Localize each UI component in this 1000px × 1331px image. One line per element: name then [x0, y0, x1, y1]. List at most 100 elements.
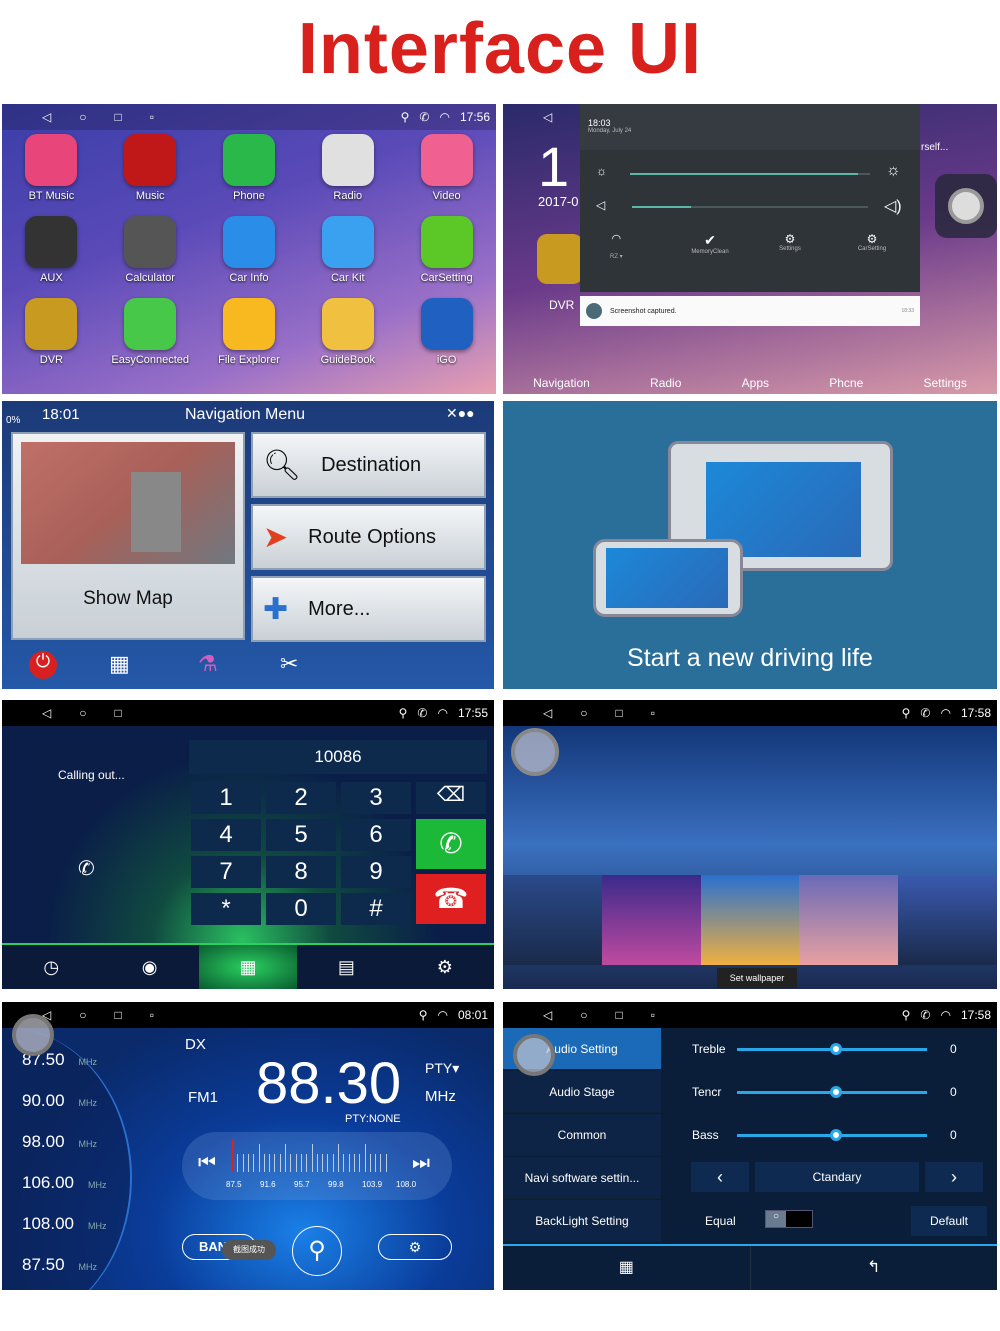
- app-phone[interactable]: Phone: [200, 134, 299, 202]
- app-easyconnected[interactable]: EasyConnected: [101, 298, 200, 366]
- more-button[interactable]: ✚ More...: [251, 576, 486, 642]
- key-1[interactable]: 1: [191, 782, 261, 814]
- tab-keypad[interactable]: ▦: [198, 945, 298, 989]
- screenshot-button[interactable]: ▫: [150, 1008, 154, 1022]
- app-music[interactable]: Music: [101, 134, 200, 202]
- wallpaper-thumb[interactable]: [503, 875, 602, 965]
- key-*[interactable]: *: [191, 893, 261, 925]
- dock-item[interactable]: Apps: [742, 376, 769, 390]
- preset-station[interactable]: 90.00 MHz: [22, 1091, 97, 1111]
- next-preset-button[interactable]: ›: [925, 1162, 983, 1192]
- key-8[interactable]: 8: [266, 856, 336, 888]
- key-3[interactable]: 3: [341, 782, 411, 814]
- back-button[interactable]: ◁: [543, 1008, 552, 1022]
- app-bt-music[interactable]: BT Music: [2, 134, 101, 202]
- scan-button[interactable]: ⚲: [292, 1226, 342, 1276]
- number-display[interactable]: 10086: [189, 740, 487, 774]
- wallpaper-thumb[interactable]: [799, 875, 899, 965]
- volume-slider[interactable]: [632, 206, 868, 208]
- app-carsetting[interactable]: CarSetting: [397, 216, 496, 284]
- tab-recent-calls[interactable]: ◷: [2, 945, 100, 989]
- audio-menu-item[interactable]: Audio Stage: [503, 1071, 661, 1113]
- home-button[interactable]: ○: [580, 706, 587, 720]
- notification[interactable]: Screenshot captured. 18:33: [580, 296, 920, 326]
- assistive-touch-button[interactable]: [12, 1014, 54, 1056]
- dock-item[interactable]: Navigation: [533, 376, 590, 390]
- recents-button[interactable]: □: [114, 110, 121, 124]
- assistive-touch-button[interactable]: [935, 174, 997, 238]
- hangup-button[interactable]: ☎: [416, 874, 486, 924]
- recents-button[interactable]: □: [615, 706, 622, 720]
- dock-item[interactable]: Settings: [924, 376, 967, 390]
- route-options-button[interactable]: ➤ Route Options: [251, 504, 486, 570]
- set-wallpaper-button[interactable]: Set wallpaper: [717, 968, 797, 988]
- audio-menu-item[interactable]: Navi software settin...: [503, 1157, 661, 1199]
- recents-button[interactable]: □: [114, 706, 121, 720]
- app-file-explorer[interactable]: File Explorer: [200, 298, 299, 366]
- power-icon[interactable]: ⏻: [29, 651, 57, 679]
- apps-grid-button[interactable]: ▦: [503, 1246, 751, 1290]
- dock-item[interactable]: Phcne: [829, 376, 863, 390]
- tools-icon[interactable]: ✂: [280, 651, 298, 677]
- home-button[interactable]: ○: [580, 1008, 587, 1022]
- prev-preset-button[interactable]: ‹: [691, 1162, 749, 1192]
- preset-station[interactable]: 87.50 MHz: [22, 1255, 97, 1275]
- car-setting-toggle[interactable]: ⚙ CarSetting: [842, 232, 902, 252]
- preset-station[interactable]: 106.00 MHz: [22, 1173, 107, 1193]
- radio-settings-button[interactable]: ⚙: [378, 1234, 452, 1260]
- back-button[interactable]: ◁: [42, 706, 51, 720]
- slider-knob[interactable]: [830, 1043, 842, 1055]
- tuner-scale[interactable]: ⏮ ⏭ 87.5 91.6 95.7 99.8 103.9 108.0: [182, 1132, 452, 1200]
- key-7[interactable]: 7: [191, 856, 261, 888]
- app-car-info[interactable]: Car Info: [200, 216, 299, 284]
- home-button[interactable]: ○: [79, 706, 86, 720]
- pty-dropdown[interactable]: PTY▾: [425, 1060, 459, 1077]
- screenshot-button[interactable]: ▫: [651, 706, 655, 720]
- key-2[interactable]: 2: [266, 782, 336, 814]
- wallpaper-thumb-selected[interactable]: [700, 875, 800, 965]
- call-button[interactable]: ✆: [416, 819, 486, 869]
- key-9[interactable]: 9: [341, 856, 411, 888]
- preset-station[interactable]: 108.00 MHz: [22, 1214, 107, 1234]
- assistive-touch-button[interactable]: [511, 728, 559, 776]
- tab-contacts[interactable]: ◉: [100, 945, 198, 989]
- wallpaper-thumb[interactable]: [898, 875, 997, 965]
- return-button[interactable]: ↰: [751, 1246, 998, 1290]
- memory-clean-toggle[interactable]: ✔ MemoryClean: [680, 232, 740, 255]
- dock-item[interactable]: Radio: [650, 376, 681, 390]
- back-button[interactable]: ◁: [543, 706, 552, 720]
- app-dvr[interactable]: DVR: [2, 298, 101, 366]
- key-5[interactable]: 5: [266, 819, 336, 851]
- seek-back-button[interactable]: ⏮: [198, 1152, 216, 1175]
- seek-forward-button[interactable]: ⏭: [412, 1152, 430, 1175]
- key-4[interactable]: 4: [191, 819, 261, 851]
- app-aux[interactable]: AUX: [2, 216, 101, 284]
- key-0[interactable]: 0: [266, 893, 336, 925]
- slider-knob[interactable]: [830, 1129, 842, 1141]
- screenshot-button[interactable]: ▫: [150, 110, 154, 124]
- recents-button[interactable]: □: [114, 1008, 121, 1022]
- app-car-kit[interactable]: Car Kit: [298, 216, 397, 284]
- key-#[interactable]: #: [341, 893, 411, 925]
- default-button[interactable]: Default: [911, 1206, 987, 1236]
- app-video[interactable]: Video: [397, 134, 496, 202]
- home-button[interactable]: ○: [79, 110, 86, 124]
- dvr-icon[interactable]: [537, 234, 583, 284]
- app-radio[interactable]: Radio: [298, 134, 397, 202]
- preset-station[interactable]: 98.00 MHz: [22, 1132, 97, 1152]
- tab-settings[interactable]: ⚙: [396, 945, 494, 989]
- backspace-button[interactable]: ⌫: [416, 782, 486, 814]
- recents-button[interactable]: □: [615, 1008, 622, 1022]
- destination-button[interactable]: 🔍︎ Destination: [251, 432, 486, 498]
- app-igo[interactable]: iGO: [397, 298, 496, 366]
- back-button[interactable]: ◁: [543, 110, 552, 124]
- show-map-button[interactable]: Show Map: [11, 432, 245, 640]
- brightness-slider[interactable]: [630, 173, 870, 175]
- app-guidebook[interactable]: GuideBook: [298, 298, 397, 366]
- wallpaper-thumb[interactable]: [601, 875, 701, 965]
- assistive-touch-button[interactable]: [513, 1034, 555, 1076]
- app-calculator[interactable]: Calculator: [101, 216, 200, 284]
- home-button[interactable]: ○: [79, 1008, 86, 1022]
- slider-knob[interactable]: [830, 1086, 842, 1098]
- map-tools-icon[interactable]: ▦: [109, 651, 130, 677]
